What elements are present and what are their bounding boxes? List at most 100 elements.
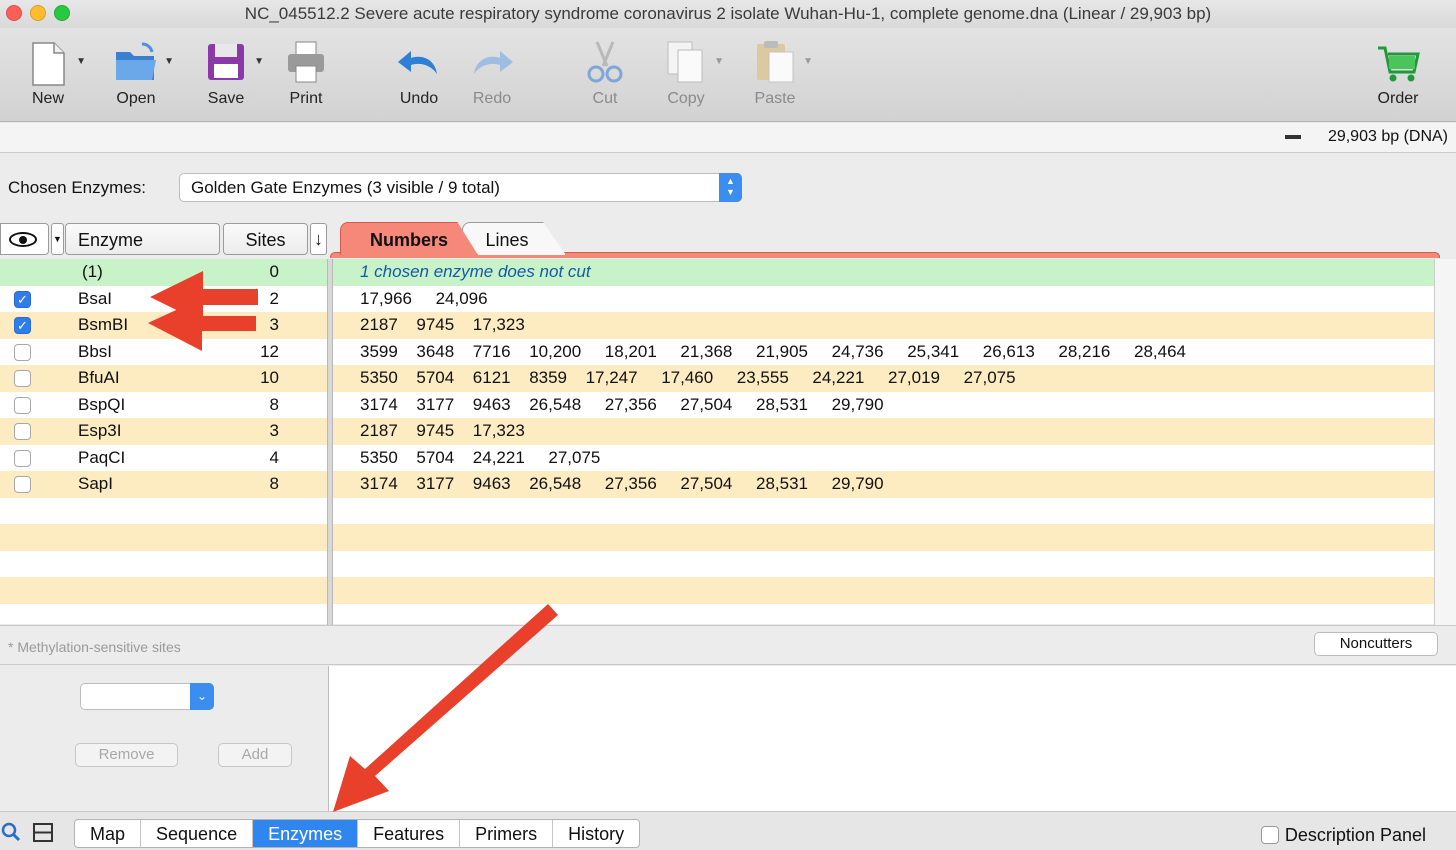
cut-position: 28,531 xyxy=(756,394,808,414)
chosen-enzymes-select[interactable]: Golden Gate Enzymes (3 visible / 9 total… xyxy=(179,173,742,202)
tab-history[interactable]: History xyxy=(553,820,639,847)
description-panel-checkbox[interactable] xyxy=(1260,826,1279,844)
tab-enzymes[interactable]: Enzymes xyxy=(253,820,359,847)
table-row[interactable]: BfuAI 10 xyxy=(0,365,327,392)
cut-position: 17,247 xyxy=(585,368,638,387)
undo-button[interactable]: Undo xyxy=(379,38,459,108)
cut-position: 27,075 xyxy=(548,447,601,467)
table-row[interactable]: SapI 8 xyxy=(0,471,327,498)
table-row[interactable]: 2187 9745 17,323 xyxy=(333,312,1434,339)
redo-button[interactable]: Redo xyxy=(452,38,532,108)
cut-position: 17,460 xyxy=(661,368,714,387)
cut-position: 27,356 xyxy=(604,474,657,493)
enzyme-column-header[interactable]: Enzyme xyxy=(65,223,220,255)
enzyme-checkbox[interactable]: ✓ xyxy=(14,317,31,334)
empty-row xyxy=(333,524,1434,551)
tab-features[interactable]: Features xyxy=(358,820,461,847)
enzyme-checkbox[interactable]: ✓ xyxy=(14,290,31,308)
enzyme-name: PaqCI xyxy=(78,447,126,467)
undo-label: Undo xyxy=(399,90,439,107)
visibility-toggle-button[interactable] xyxy=(0,223,49,255)
tab-numbers[interactable]: Numbers xyxy=(340,222,478,255)
folder-icon: ▼ xyxy=(112,38,174,88)
save-button[interactable]: ▼ Save xyxy=(186,38,266,108)
open-button[interactable]: ▼ Open xyxy=(96,38,176,108)
vertical-scrollbar[interactable] xyxy=(1434,259,1456,625)
copy-label: Copy xyxy=(667,90,705,107)
sites-column-header[interactable]: Sites xyxy=(223,223,308,255)
cut-position: 28,531 xyxy=(756,474,808,493)
enzyme-detail-panel xyxy=(328,666,1456,811)
enzyme-checkbox[interactable] xyxy=(14,396,31,414)
enzyme-name: Esp3I xyxy=(78,421,122,440)
order-button[interactable]: Order xyxy=(1358,38,1438,108)
sort-direction-button[interactable]: ↓ xyxy=(310,223,327,255)
add-button[interactable]: Add xyxy=(218,743,292,767)
minimize-window-button[interactable] xyxy=(30,5,46,21)
paste-button[interactable]: ▼ Paste xyxy=(735,38,815,108)
cut-position: 21,368 xyxy=(680,341,733,361)
enzyme-checkbox[interactable] xyxy=(14,423,31,440)
table-row[interactable]: Esp3I 3 xyxy=(0,418,327,445)
tab-lines[interactable]: Lines xyxy=(462,222,566,255)
zoom-search-icon[interactable] xyxy=(1,822,21,842)
eye-icon xyxy=(9,232,37,247)
cut-position: 3599 xyxy=(360,341,398,361)
cut-position: 2187 xyxy=(360,421,398,440)
enzyme-name: SapI xyxy=(78,474,113,493)
redo-arrow-icon xyxy=(468,38,516,88)
table-row[interactable]: 2187 9745 17,323 xyxy=(333,418,1434,445)
save-label: Save xyxy=(207,90,245,107)
enzyme-checkbox[interactable] xyxy=(14,370,31,387)
enzyme-set-select[interactable]: ⌄ xyxy=(80,683,214,710)
visibility-menu-button[interactable]: ▼ xyxy=(51,223,64,255)
site-count: 12 xyxy=(260,341,279,361)
chosen-enzymes-value: Golden Gate Enzymes (3 visible / 9 total… xyxy=(191,178,500,197)
cut-position: 17,323 xyxy=(472,421,525,440)
split-view-icon[interactable] xyxy=(33,823,53,842)
cut-position: 7716 xyxy=(472,341,511,361)
tab-map[interactable]: Map xyxy=(75,820,142,847)
description-panel-toggle[interactable]: Description Panel xyxy=(1260,825,1426,846)
table-row[interactable]: ✓ BsmBI 3 xyxy=(0,312,327,339)
chevron-down-icon: ⌄ xyxy=(190,683,214,710)
table-row[interactable]: 5350 5704 24,221 27,075 xyxy=(333,444,1434,471)
table-row[interactable]: BspQI 8 xyxy=(0,391,327,418)
enzyme-checkbox[interactable] xyxy=(14,343,31,361)
empty-row xyxy=(0,497,327,524)
cut-position: 18,201 xyxy=(604,341,657,361)
cut-position: 3177 xyxy=(416,394,455,414)
site-count: 8 xyxy=(269,474,279,493)
enzyme-checkbox[interactable] xyxy=(14,476,31,493)
cut-position: 27,075 xyxy=(963,368,1016,387)
table-row[interactable]: 3599 3648 7716 10,200 18,201 21,368 21,905 24,7… xyxy=(333,338,1434,365)
enzyme-checkbox[interactable] xyxy=(14,449,31,467)
table-row[interactable]: 5350 5704 6121 8359 17,247 17,460 23,555 24,221… xyxy=(333,365,1434,392)
cut-position: 17,323 xyxy=(472,315,525,334)
close-window-button[interactable] xyxy=(6,5,22,21)
table-row[interactable]: BbsI 12 xyxy=(0,338,327,365)
site-count: 2 xyxy=(269,288,279,308)
empty-row xyxy=(333,497,1434,524)
cut-position: 26,613 xyxy=(982,341,1035,361)
tab-sequence[interactable]: Sequence xyxy=(141,820,254,847)
cut-button[interactable]: Cut xyxy=(565,38,645,108)
cut-position: 3174 xyxy=(360,474,398,493)
noncutters-button[interactable]: Noncutters xyxy=(1314,632,1438,656)
print-button[interactable]: Print xyxy=(266,38,346,108)
remove-button[interactable]: Remove xyxy=(75,743,178,767)
copy-button[interactable]: ▼ Copy xyxy=(646,38,726,108)
cut-position: 23,555 xyxy=(736,368,789,387)
table-row[interactable]: 3174 3177 9463 26,548 27,356 27,504 28,531 29,7… xyxy=(333,391,1434,418)
tab-primers[interactable]: Primers xyxy=(460,820,554,847)
zoom-window-button[interactable] xyxy=(54,5,70,21)
cut-position: 28,216 xyxy=(1058,341,1111,361)
cut-position: 3648 xyxy=(416,341,455,361)
table-row[interactable]: 17,966 24,096 xyxy=(333,285,1434,312)
table-row[interactable]: PaqCI 4 xyxy=(0,444,327,471)
order-label: Order xyxy=(1377,90,1419,107)
empty-row xyxy=(0,550,327,577)
table-row[interactable]: 3174 3177 9463 26,548 27,356 27,504 28,531 29,7… xyxy=(333,471,1434,498)
table-row[interactable]: ✓ BsaI 2 xyxy=(0,285,327,312)
new-button[interactable]: ▼ New xyxy=(8,38,88,108)
